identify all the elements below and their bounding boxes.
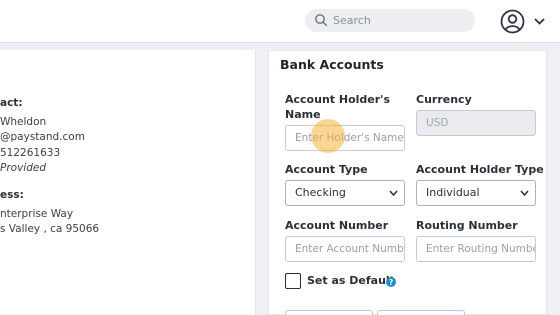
contact-label: act: [0,97,23,109]
cancel-button[interactable] [377,310,465,315]
help-icon[interactable]: ? [386,277,396,287]
click-indicator [311,119,345,153]
chevron-down-icon [520,190,529,197]
search-box[interactable]: Search [305,9,475,32]
save-button[interactable] [285,310,373,315]
set-default-label: Set as Default [307,274,395,287]
contact-name: Wheldon [0,116,47,128]
chevron-down-icon[interactable] [533,16,546,26]
account-number-input[interactable]: Enter Account Number [285,236,405,262]
account-type-label: Account Type [285,163,368,176]
top-bar: Search [0,0,560,43]
contact-email: @paystand.com [0,131,85,143]
search-icon [315,14,328,27]
currency-label: Currency [416,93,472,106]
chevron-down-icon [389,190,398,197]
holder-type-select[interactable]: Individual [416,180,536,206]
contact-note: Provided [0,162,46,174]
address-label: ess: [0,189,24,201]
holder-name-input[interactable]: Enter Holder's Name [285,125,405,151]
holder-type-label: Account Holder Type [416,163,544,176]
set-default-checkbox[interactable] [285,273,301,289]
company-details-card: act: Wheldon @paystand.com 512261633 Pro… [0,50,256,315]
user-account-icon[interactable] [500,9,525,34]
bank-accounts-title: Bank Accounts [280,57,384,72]
account-type-value: Checking [295,186,346,199]
holder-type-value: Individual [426,186,480,199]
routing-number-label: Routing Number [416,219,518,232]
bank-accounts-card: Bank Accounts Account Holder's Name Ente… [268,50,547,315]
currency-field: USD [416,110,536,136]
routing-number-input[interactable]: Enter Routing Number [416,236,536,262]
address-line-2: s Valley , ca 95066 [0,223,100,235]
account-type-select[interactable]: Checking [285,180,405,206]
svg-text:?: ? [389,278,393,287]
address-line-1: nterprise Way [0,208,74,220]
holder-name-label: Account Holder's Name [285,93,391,121]
contact-phone: 512261633 [0,147,61,159]
account-number-label: Account Number [285,219,389,232]
search-input[interactable]: Search [333,13,371,28]
